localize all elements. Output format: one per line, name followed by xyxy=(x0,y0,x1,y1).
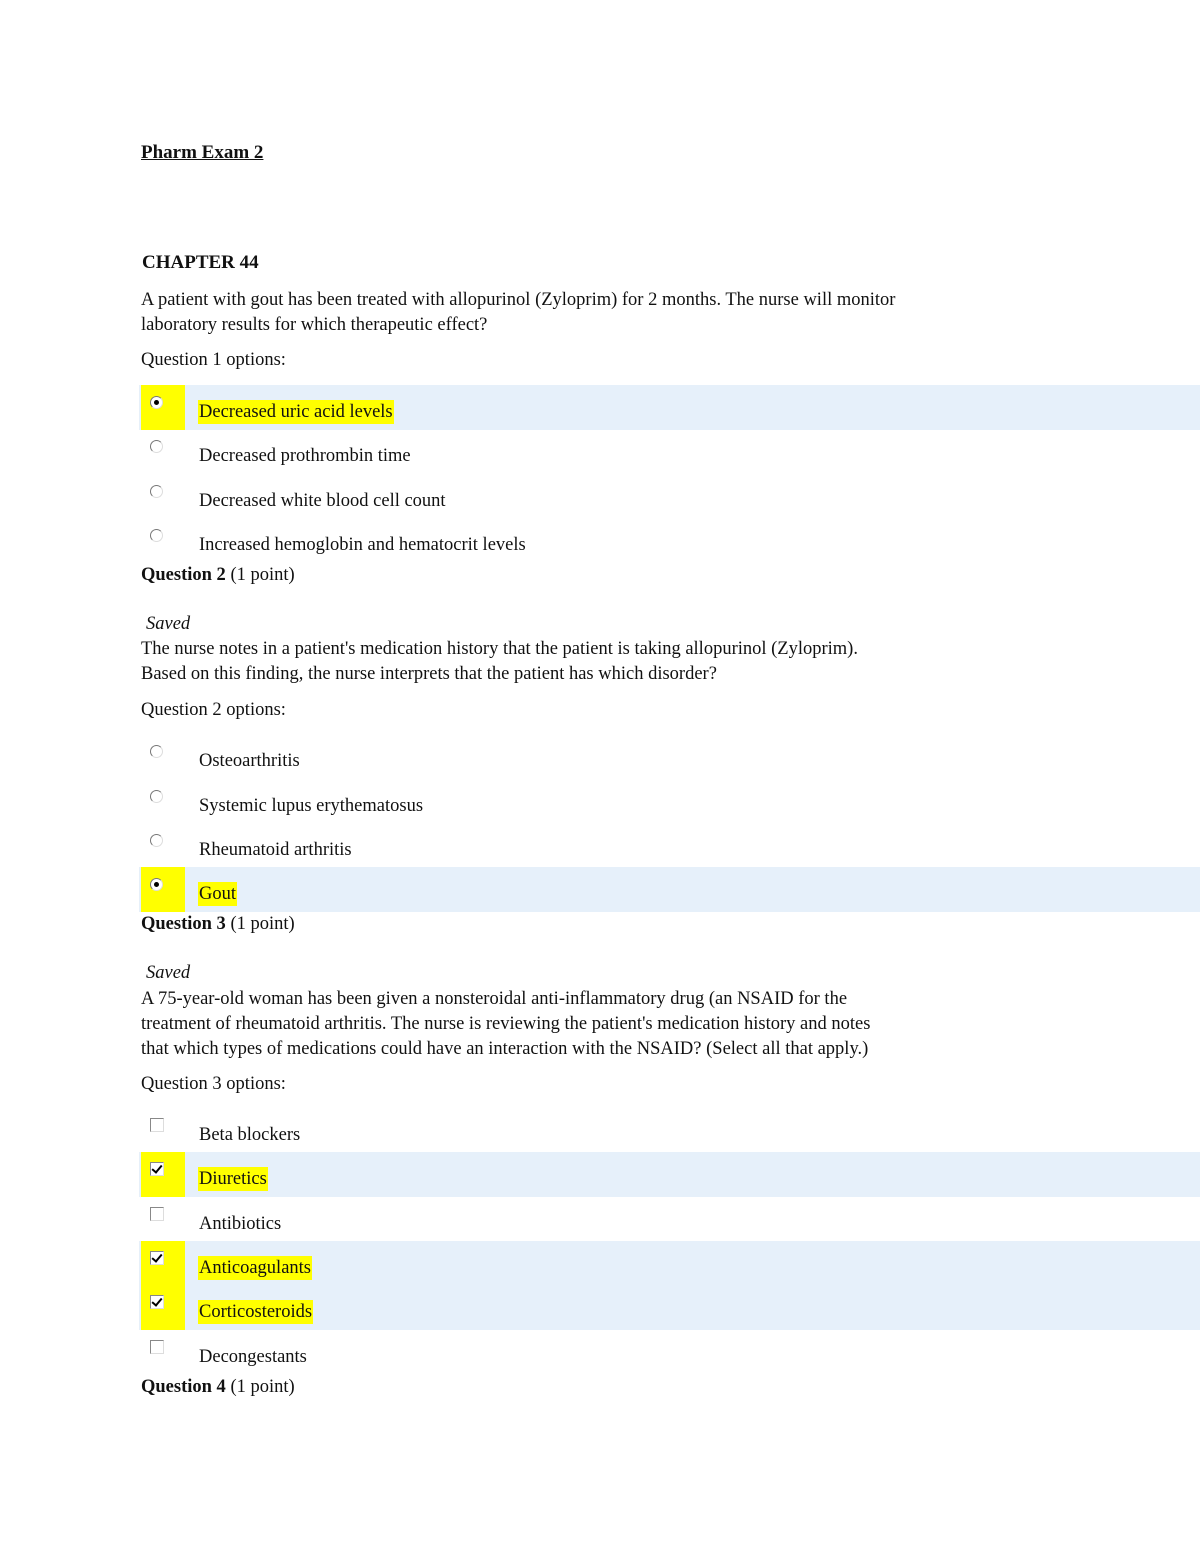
question-number: Question 3 xyxy=(141,914,226,934)
question-4-heading: Question 4 (1 point) xyxy=(141,1377,295,1398)
question-text-line: A 75-year-old woman has been given a non… xyxy=(141,989,848,1009)
question-2-text: The nurse notes in a patient's medicatio… xyxy=(141,637,1141,687)
option-row[interactable]: Corticosteroids xyxy=(139,1285,1200,1330)
option-row[interactable]: Systemic lupus erythematosus xyxy=(139,779,1200,824)
option-label: Systemic lupus erythematosus xyxy=(199,796,424,816)
question-text-line: that which types of medications could ha… xyxy=(141,1039,869,1059)
radio-button-selected[interactable] xyxy=(150,878,163,891)
option-label: Osteoarthritis xyxy=(199,751,300,771)
option-label: Decreased uric acid levels xyxy=(198,400,394,424)
checkbox[interactable] xyxy=(150,1340,164,1354)
option-row[interactable]: Decreased white blood cell count xyxy=(139,474,1200,519)
option-row[interactable]: Anticoagulants xyxy=(139,1241,1200,1286)
question-text-line: treatment of rheumatoid arthritis. The n… xyxy=(141,1014,871,1034)
option-label: Increased hemoglobin and hematocrit leve… xyxy=(199,535,526,555)
option-label: Decongestants xyxy=(199,1347,307,1367)
question-3-options-label: Question 3 options: xyxy=(141,1074,286,1094)
question-text-line: A patient with gout has been treated wit… xyxy=(141,290,896,310)
checkbox-checked[interactable] xyxy=(150,1162,164,1176)
question-2-heading: Question 2 (1 point) xyxy=(141,565,295,586)
radio-button-selected[interactable] xyxy=(150,396,163,409)
option-label: Decreased prothrombin time xyxy=(199,446,411,466)
radio-button[interactable] xyxy=(150,440,163,453)
option-label: Diuretics xyxy=(198,1167,268,1191)
option-label: Gout xyxy=(198,882,237,906)
question-text-line: Based on this finding, the nurse interpr… xyxy=(141,664,717,684)
option-row[interactable]: Antibiotics xyxy=(139,1197,1200,1242)
option-row[interactable]: Osteoarthritis xyxy=(139,734,1200,779)
option-label: Anticoagulants xyxy=(198,1256,313,1280)
document-title: Pharm Exam 2 xyxy=(141,142,264,163)
question-1-options-label: Question 1 options: xyxy=(141,350,286,370)
radio-button[interactable] xyxy=(150,529,163,542)
radio-button[interactable] xyxy=(150,834,163,847)
question-points: (1 point) xyxy=(230,914,295,934)
radio-button[interactable] xyxy=(150,745,163,758)
question-3-heading: Question 3 (1 point) xyxy=(141,914,295,935)
option-label: Beta blockers xyxy=(199,1125,301,1145)
option-row[interactable]: Diuretics xyxy=(139,1152,1200,1197)
question-number: Question 4 xyxy=(141,1377,226,1397)
option-label: Corticosteroids xyxy=(198,1300,314,1324)
option-row[interactable]: Decreased uric acid levels xyxy=(139,385,1200,430)
option-row[interactable]: Gout xyxy=(139,867,1200,912)
question-points: (1 point) xyxy=(230,1377,295,1397)
question-text-line: laboratory results for which therapeutic… xyxy=(141,315,488,335)
checkbox[interactable] xyxy=(150,1207,164,1221)
option-row[interactable]: Increased hemoglobin and hematocrit leve… xyxy=(139,518,1200,563)
radio-button[interactable] xyxy=(150,485,163,498)
option-label: Rheumatoid arthritis xyxy=(199,840,352,860)
question-2-options-label: Question 2 options: xyxy=(141,700,286,720)
option-row[interactable]: Rheumatoid arthritis xyxy=(139,823,1200,868)
saved-status: Saved xyxy=(146,963,191,983)
checkbox-checked[interactable] xyxy=(150,1251,164,1265)
question-1-text: A patient with gout has been treated wit… xyxy=(141,288,1141,338)
option-label: Decreased white blood cell count xyxy=(199,491,446,511)
option-label: Antibiotics xyxy=(199,1214,282,1234)
question-points: (1 point) xyxy=(230,565,295,585)
option-row[interactable]: Decongestants xyxy=(139,1330,1200,1375)
checkbox[interactable] xyxy=(150,1118,164,1132)
saved-status: Saved xyxy=(146,614,191,634)
question-text-line: The nurse notes in a patient's medicatio… xyxy=(141,639,858,659)
radio-button[interactable] xyxy=(150,790,163,803)
checkbox-checked[interactable] xyxy=(150,1295,164,1309)
question-number: Question 2 xyxy=(141,565,226,585)
option-row[interactable]: Decreased prothrombin time xyxy=(139,429,1200,474)
option-row[interactable]: Beta blockers xyxy=(139,1108,1200,1153)
chapter-heading: CHAPTER 44 xyxy=(142,252,259,273)
question-3-text: A 75-year-old woman has been given a non… xyxy=(141,987,1141,1062)
